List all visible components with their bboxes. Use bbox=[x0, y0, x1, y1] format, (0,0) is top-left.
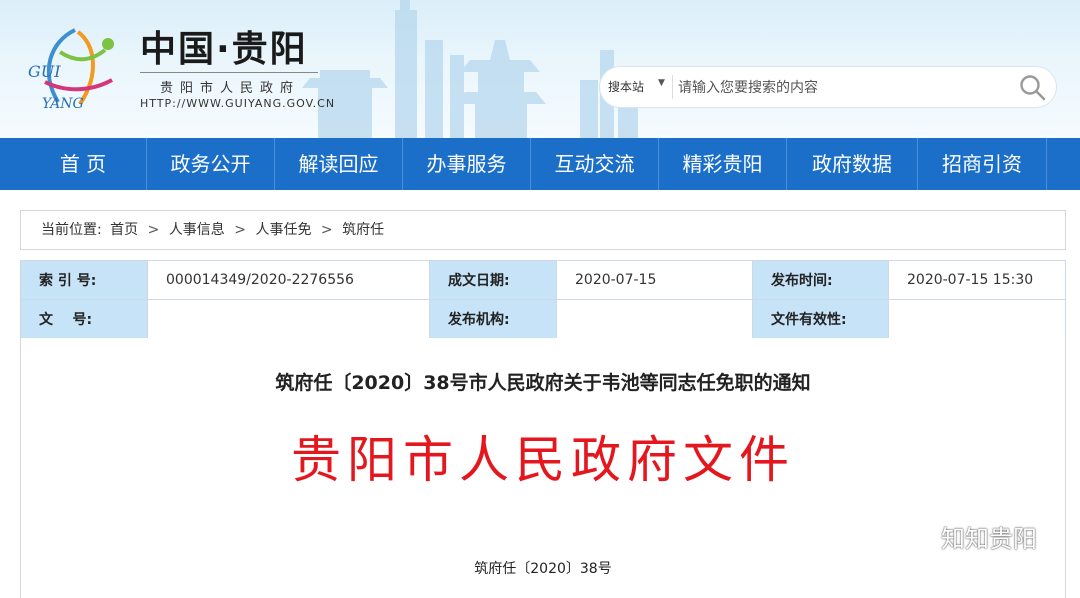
main-nav: 首 页 政务公开 解读回应 办事服务 互动交流 精彩贵阳 政府数据 招商引资 bbox=[0, 138, 1080, 190]
breadcrumb: 当前位置: 首页 > 人事信息 > 人事任免 > 筑府任 bbox=[20, 210, 1066, 250]
breadcrumb-link-home[interactable]: 首页 bbox=[110, 211, 138, 249]
caret-down-icon[interactable]: ▼ bbox=[658, 78, 665, 88]
table-row: 索 引 号: 000014349/2020-2276556 成文日期: 2020… bbox=[20, 260, 1066, 300]
svg-text:GUI: GUI bbox=[28, 62, 61, 81]
breadcrumb-separator: > bbox=[147, 222, 160, 238]
breadcrumb-current[interactable]: 筑府任 bbox=[342, 211, 384, 249]
watermark-text: 知知贵阳 bbox=[941, 524, 1037, 553]
wechat-watermark: 知知贵阳 bbox=[895, 519, 1037, 553]
index-number-label: 索 引 号: bbox=[20, 260, 148, 300]
doc-number-value bbox=[147, 299, 430, 339]
publish-time-label: 发布时间: bbox=[752, 260, 889, 300]
document-number: 筑府任〔2020〕38号 bbox=[474, 561, 612, 577]
nav-item-wonderful-guiyang[interactable]: 精彩贵阳 bbox=[659, 138, 786, 190]
nav-item-interpretation[interactable]: 解读回应 bbox=[275, 138, 402, 190]
nav-item-gov-data[interactable]: 政府数据 bbox=[787, 138, 917, 190]
search-divider bbox=[672, 75, 673, 99]
site-subtitle: 贵阳市人民政府 bbox=[160, 81, 301, 96]
validity-value bbox=[888, 299, 1066, 339]
index-number-value: 000014349/2020-2276556 bbox=[147, 260, 430, 300]
created-date-value: 2020-07-15 bbox=[556, 260, 753, 300]
publishing-org-label: 发布机构: bbox=[429, 299, 557, 339]
search-input[interactable] bbox=[676, 75, 1010, 101]
nav-item-investment[interactable]: 招商引资 bbox=[918, 138, 1046, 190]
doc-number-label: 文 号: bbox=[20, 299, 148, 339]
svg-text:YANG: YANG bbox=[42, 96, 84, 112]
nav-item-services[interactable]: 办事服务 bbox=[403, 138, 530, 190]
search-scope-select[interactable]: 搜本站 bbox=[608, 78, 644, 95]
nav-item-gov-affairs[interactable]: 政务公开 bbox=[147, 138, 274, 190]
document-title: 筑府任〔2020〕38号市人民政府关于韦池等同志任免职的通知 bbox=[275, 372, 811, 394]
breadcrumb-separator: > bbox=[320, 222, 333, 238]
document-meta-table: 索 引 号: 000014349/2020-2276556 成文日期: 2020… bbox=[20, 260, 1066, 339]
guiyang-logo: GUI YANG bbox=[28, 28, 114, 112]
breadcrumb-label: 当前位置: bbox=[41, 222, 102, 238]
site-url: HTTP://WWW.GUIYANG.GOV.CN bbox=[140, 97, 336, 110]
breadcrumb-separator: > bbox=[234, 222, 246, 238]
search-icon[interactable] bbox=[1018, 73, 1048, 103]
publishing-org-value bbox=[556, 299, 753, 339]
breadcrumb-link-personnel-info[interactable]: 人事信息 bbox=[169, 211, 225, 249]
site-title: 中国·贵阳 bbox=[140, 29, 308, 70]
publish-time-value: 2020-07-15 15:30 bbox=[888, 260, 1066, 300]
site-header: GUI YANG 中国·贵阳 贵阳市人民政府 HTTP://WWW.GUIYAN… bbox=[0, 0, 1080, 138]
wechat-icon bbox=[896, 521, 932, 550]
created-date-label: 成文日期: bbox=[429, 260, 557, 300]
nav-item-interaction[interactable]: 互动交流 bbox=[531, 138, 658, 190]
title-divider bbox=[140, 72, 318, 73]
breadcrumb-link-appointments[interactable]: 人事任免 bbox=[255, 211, 311, 249]
document-red-header: 贵阳市人民政府文件 bbox=[291, 431, 795, 489]
document-content: 筑府任〔2020〕38号市人民政府关于韦池等同志任免职的通知 贵阳市人民政府文件… bbox=[20, 338, 1066, 598]
validity-label: 文件有效性: bbox=[752, 299, 889, 339]
search-bar: 搜本站 ▼ bbox=[600, 67, 1056, 107]
nav-item-home[interactable]: 首 页 bbox=[20, 138, 146, 190]
table-row: 文 号: 发布机构: 文件有效性: bbox=[20, 299, 1066, 339]
nav-divider bbox=[1046, 138, 1047, 190]
